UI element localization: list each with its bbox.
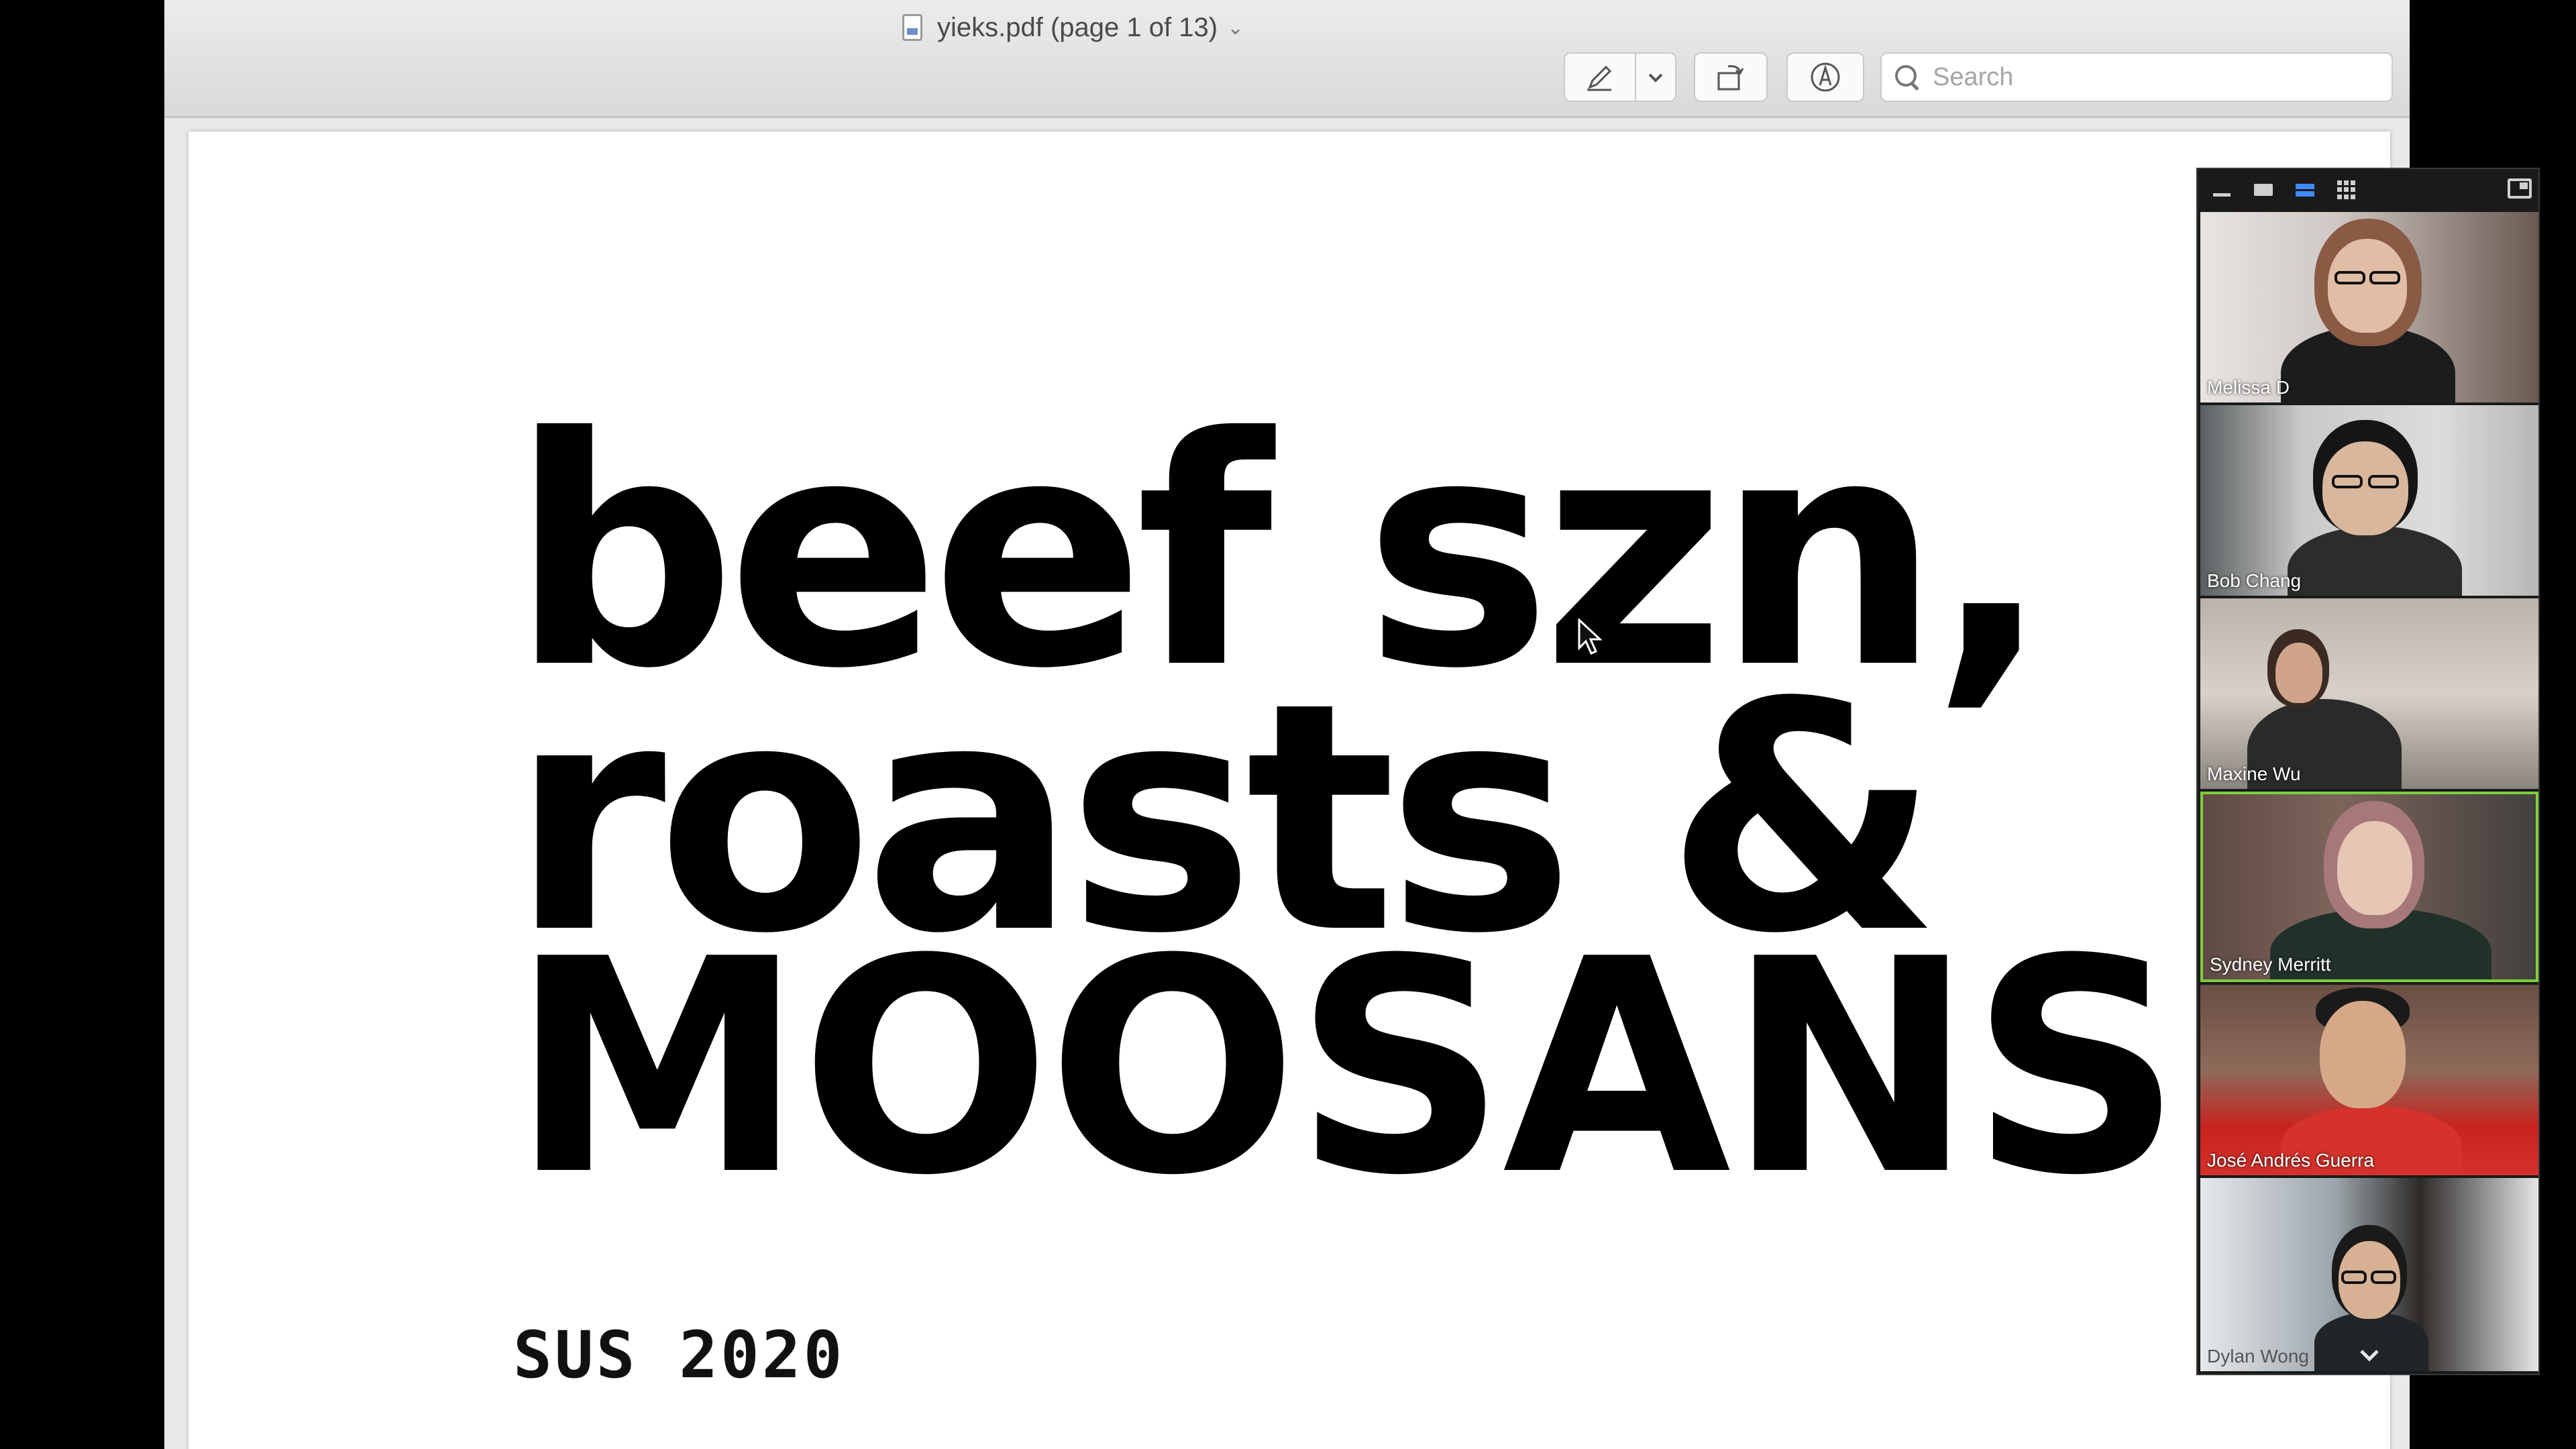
participant-tile[interactable]: Dylan Wong xyxy=(2200,1178,2538,1371)
participant-tile[interactable]: José Andrés Guerra xyxy=(2200,985,2538,1175)
markup-dropdown-button[interactable] xyxy=(1636,52,1676,102)
participant-name: Melissa D xyxy=(2207,377,2290,398)
participant-video xyxy=(2200,598,2538,789)
participant-video xyxy=(2200,405,2538,596)
participant-video xyxy=(2203,794,2536,979)
grid-view-icon xyxy=(2337,180,2356,199)
window-title-group[interactable]: yieks.pdf (page 1 of 13) ⌄ xyxy=(902,7,1244,48)
participant-video xyxy=(2200,212,2538,402)
pdf-document-icon xyxy=(902,14,922,41)
markup-circle-icon xyxy=(1811,62,1840,92)
video-gallery-panel: Melissa D Bob Chang Maxine Wu Sydney Mer… xyxy=(2196,168,2540,1375)
participant-name: Dylan Wong xyxy=(2207,1346,2310,1366)
search-field[interactable] xyxy=(1880,52,2393,102)
participant-name: Maxine Wu xyxy=(2207,763,2301,784)
minimize-icon[interactable] xyxy=(2206,176,2238,203)
toolbar: yieks.pdf (page 1 of 13) ⌄ xyxy=(164,0,2410,118)
chevron-down-icon[interactable] xyxy=(2356,1346,2383,1364)
pdf-page: beef szn, roasts & MOOSANS. SUS 2020 xyxy=(189,131,2390,1449)
highlight-markup-button[interactable] xyxy=(1564,52,1636,102)
single-view-icon[interactable] xyxy=(2247,176,2279,203)
slide-subtitle: SUS 2020 xyxy=(513,1318,845,1393)
pop-out-icon[interactable] xyxy=(2508,178,2532,199)
gallery-view-button[interactable] xyxy=(2330,176,2363,203)
preview-window: yieks.pdf (page 1 of 13) ⌄ Search beef s… xyxy=(164,0,2410,1449)
markup-toolbar-button[interactable] xyxy=(1786,52,1864,102)
pen-icon xyxy=(1587,65,1612,91)
participant-tile[interactable]: Maxine Wu xyxy=(2200,598,2538,789)
participant-video xyxy=(2200,1178,2538,1371)
participant-name: José Andrés Guerra xyxy=(2207,1150,2375,1171)
strip-view-icon[interactable] xyxy=(2289,176,2321,203)
participant-video xyxy=(2200,985,2538,1175)
window-title: yieks.pdf (page 1 of 13) xyxy=(937,12,1218,42)
participant-tile[interactable]: Bob Chang xyxy=(2200,405,2538,596)
slide-heading-line-3: MOOSANS. xyxy=(511,896,2291,1240)
search-icon xyxy=(1894,64,1921,91)
gallery-toolbar xyxy=(2198,169,2538,211)
participant-name: Sydney Merritt xyxy=(2210,954,2331,975)
chevron-down-icon xyxy=(1648,73,1663,83)
search-input[interactable] xyxy=(1933,62,2369,92)
participant-tile-active-speaker[interactable]: Sydney Merritt xyxy=(2200,792,2538,982)
chevron-down-icon[interactable]: ⌄ xyxy=(1227,16,1244,40)
participant-tile[interactable]: Melissa D xyxy=(2200,212,2538,402)
mouse-pointer-icon xyxy=(1578,619,1602,655)
participant-name: Bob Chang xyxy=(2207,570,2302,591)
rotate-button[interactable] xyxy=(1694,52,1768,102)
rotate-icon xyxy=(1717,65,1744,91)
